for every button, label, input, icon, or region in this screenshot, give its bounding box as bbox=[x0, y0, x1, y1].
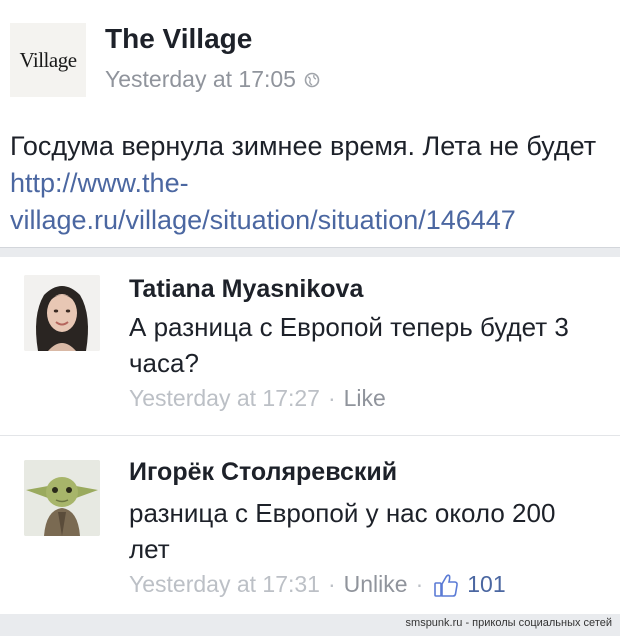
comment-text: А разница с Европой теперь будет 3 часа? bbox=[129, 312, 569, 378]
page-logo-text: Village bbox=[19, 47, 77, 72]
globe-icon bbox=[304, 72, 320, 87]
unlike-button[interactable]: Unlike bbox=[344, 571, 408, 598]
post-timestamp[interactable]: Yesterday at 17:05 bbox=[105, 66, 296, 93]
thumbs-up-icon[interactable] bbox=[433, 572, 459, 598]
comment-meta: Yesterday at 17:27 · Like bbox=[129, 385, 386, 412]
comment-author[interactable]: Tatiana Myasnikova bbox=[129, 275, 363, 304]
avatar[interactable] bbox=[24, 460, 100, 536]
separator: · bbox=[415, 571, 424, 597]
post-message: Госдума вернула зимнее время. Лета не бу… bbox=[10, 131, 597, 161]
watermark: smspunk.ru - приколы социальных сетей bbox=[405, 617, 612, 629]
post-card: Village The Village Yesterday at 17:05 Г… bbox=[0, 0, 620, 248]
like-button[interactable]: Like bbox=[344, 385, 386, 412]
comment-author[interactable]: Игорёк Столяревский bbox=[129, 458, 397, 487]
comment-text: разница с Европой у нас около 200 лет bbox=[129, 498, 556, 564]
avatar[interactable] bbox=[24, 275, 100, 351]
page-name[interactable]: The Village bbox=[105, 23, 252, 55]
yoda-portrait-icon bbox=[24, 460, 100, 536]
like-count[interactable]: 101 bbox=[467, 571, 505, 598]
comment: Tatiana Myasnikova А разница с Европой т… bbox=[0, 257, 620, 436]
post-link[interactable]: http://www.the-village.ru/village/situat… bbox=[10, 168, 516, 235]
comment-timestamp[interactable]: Yesterday at 17:31 bbox=[129, 571, 320, 598]
page-avatar[interactable]: Village bbox=[10, 23, 86, 97]
post-text: Госдума вернула зимнее время. Лета не бу… bbox=[10, 128, 615, 239]
woman-portrait-icon bbox=[24, 275, 100, 351]
separator: · bbox=[327, 385, 336, 411]
comment-timestamp[interactable]: Yesterday at 17:27 bbox=[129, 385, 320, 412]
post-meta: Yesterday at 17:05 bbox=[105, 66, 320, 93]
comment: Игорёк Столяревский разница с Европой у … bbox=[0, 436, 620, 614]
comment-meta: Yesterday at 17:31 · Unlike · 101 bbox=[129, 571, 506, 598]
separator: · bbox=[327, 571, 336, 597]
